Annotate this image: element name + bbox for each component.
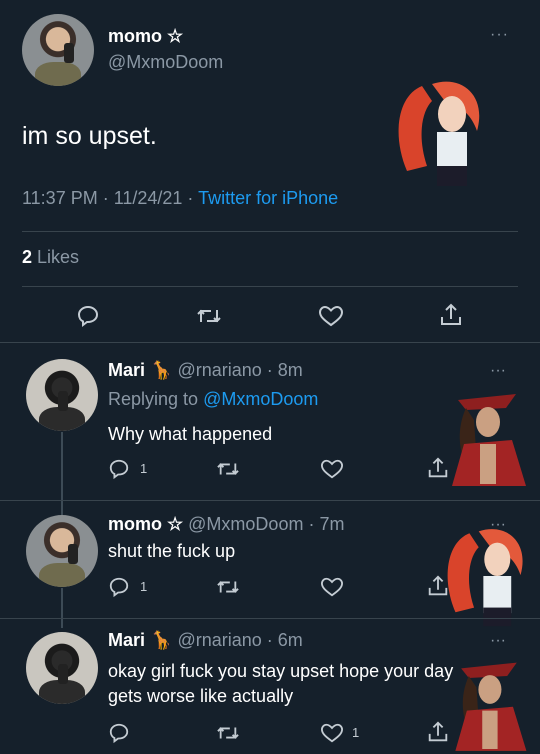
like-count: 1 — [352, 725, 360, 740]
display-name[interactable]: momo ☆ — [108, 514, 183, 534]
display-name[interactable]: momo ☆ — [108, 26, 183, 47]
retweet-icon[interactable] — [216, 458, 240, 480]
share-icon[interactable] — [426, 720, 450, 744]
source-link[interactable]: Twitter for iPhone — [198, 188, 338, 208]
retweet-icon[interactable] — [216, 722, 240, 744]
red-haired-character-art — [398, 81, 480, 186]
reply-header: momo ☆ @MxmoDoom · 7m — [108, 514, 344, 535]
reply-text: shut the fuck up — [108, 541, 236, 561]
reply-text: Why what happened — [108, 424, 273, 444]
avatar-mari[interactable] — [26, 359, 98, 431]
reply-icon[interactable] — [108, 458, 130, 480]
display-name[interactable]: Mari — [108, 360, 145, 380]
reply-text: okay girl fuck you stay upset hope your … — [108, 659, 453, 709]
reply-icon[interactable] — [76, 304, 100, 328]
likes-count: 2 — [22, 247, 33, 267]
more-icon[interactable]: ··· — [490, 362, 506, 380]
likes-summary[interactable]: 2 Likes — [22, 247, 79, 268]
mention-link[interactable]: @MxmoDoom — [203, 389, 318, 409]
reply-header: Mari 🦒 @rnariano · 6m — [108, 630, 303, 651]
reply-icon[interactable] — [108, 576, 130, 598]
divider — [22, 231, 518, 232]
handle-time[interactable]: @rnariano · 8m — [177, 360, 302, 380]
reply-text-line: gets worse like actually — [108, 686, 294, 706]
divider — [0, 500, 540, 501]
retweet-icon[interactable] — [196, 304, 222, 328]
reply-text-line: okay girl fuck you stay upset hope your … — [108, 661, 454, 681]
avatar-momo[interactable] — [22, 14, 94, 86]
divider — [0, 618, 540, 619]
like-icon[interactable] — [320, 576, 344, 598]
thread-line — [61, 588, 63, 628]
display-name[interactable]: Mari — [108, 630, 145, 650]
handle-time[interactable]: @rnariano · 6m — [177, 630, 302, 650]
tweet-text: im so upset. — [22, 122, 157, 150]
avatar-mari[interactable] — [26, 632, 98, 704]
retweet-icon[interactable] — [216, 576, 240, 598]
reply-count: 1 — [140, 579, 148, 594]
more-icon[interactable]: ··· — [490, 26, 509, 44]
reply-count: 1 — [140, 461, 148, 476]
share-icon[interactable] — [438, 302, 464, 328]
pirate-character-art — [455, 662, 527, 751]
reply-header: Mari 🦒 @rnariano · 8m — [108, 360, 303, 381]
red-haired-character-art — [447, 529, 523, 627]
like-icon[interactable] — [320, 458, 344, 480]
handle[interactable]: @MxmoDoom — [108, 52, 223, 73]
like-icon[interactable] — [320, 722, 344, 744]
like-icon[interactable] — [318, 304, 344, 328]
likes-label: Likes — [37, 247, 80, 267]
tweet-meta: 11:37 PM · 11/24/21 · Twitter for iPhone — [22, 188, 338, 209]
divider — [0, 342, 540, 343]
divider — [22, 286, 518, 287]
handle-time[interactable]: @MxmoDoom · 7m — [188, 514, 344, 534]
reply-icon[interactable] — [108, 722, 130, 744]
avatar-momo[interactable] — [26, 515, 98, 587]
giraffe-emoji: 🦒 — [150, 360, 173, 380]
thread-line — [61, 432, 63, 516]
giraffe-emoji: 🦒 — [150, 630, 173, 650]
replying-to: Replying to @MxmoDoom — [108, 389, 319, 409]
timestamp: 11:37 PM · 11/24/21 · — [22, 188, 199, 208]
pirate-character-art — [452, 394, 526, 486]
